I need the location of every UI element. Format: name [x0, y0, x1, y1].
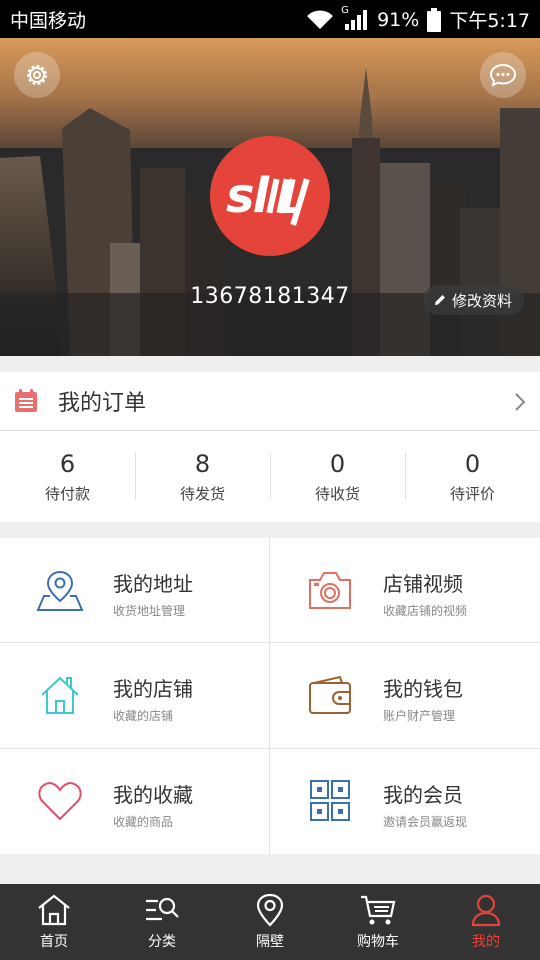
- orders-header[interactable]: 我的订单: [0, 372, 540, 431]
- menu-item-title: 我的地址: [113, 572, 193, 596]
- edit-profile-label: 修改资料: [451, 291, 512, 310]
- menu-item-subtitle: 收藏店铺的视频: [383, 604, 468, 618]
- tab-label: 分类: [148, 934, 176, 950]
- stat-count: 6: [59, 449, 76, 478]
- chevron-right-icon: [515, 393, 526, 411]
- menu-item-my-favorites[interactable]: 我的收藏 收藏的商品: [0, 749, 270, 854]
- tab-label: 首页: [40, 934, 68, 950]
- category-search-icon: [146, 897, 179, 921]
- map-pin-icon: [36, 570, 84, 611]
- menu-item-title: 店铺视频: [383, 572, 463, 596]
- home-icon: [38, 894, 70, 926]
- feature-menu: 我的地址 收货地址管理 店铺视频 收藏店铺的视频 我的店铺 收藏的店铺 我的钱包: [0, 538, 540, 854]
- clock: 下午5:17: [449, 10, 530, 32]
- menu-item-subtitle: 收货地址管理: [113, 604, 186, 618]
- bottom-tab-bar: 首页 分类 隔壁 购物车 我的: [0, 884, 540, 960]
- orders-section: 我的订单 6 待付款 8 待发货 0 待收货 0 待评价: [0, 372, 540, 522]
- stat-label: 待付款: [44, 484, 90, 503]
- order-stats: 6 待付款 8 待发货 0 待收货 0 待评价: [0, 431, 540, 521]
- stat-label: 待评价: [449, 484, 495, 503]
- tab-cart[interactable]: 购物车: [324, 884, 432, 960]
- menu-item-my-wallet[interactable]: 我的钱包 账户财产管理: [270, 643, 540, 749]
- profile-header: sl 13678181347 修改资料: [0, 38, 540, 356]
- battery-icon: [427, 7, 442, 32]
- menu-item-my-membership[interactable]: 我的会员 邀请会员赢返现: [270, 749, 540, 854]
- battery-percent: 91%: [377, 8, 420, 31]
- svg-text:sl: sl: [226, 168, 270, 224]
- edit-profile-button[interactable]: 修改资料: [422, 285, 524, 315]
- status-bar: 中国移动 G 91% 下午5:17: [0, 0, 540, 38]
- stat-pending-review[interactable]: 0 待评价: [405, 449, 540, 504]
- tab-label: 隔壁: [256, 934, 284, 950]
- menu-item-title: 我的会员: [383, 783, 463, 807]
- pencil-icon: [434, 295, 445, 305]
- stat-count: 0: [464, 449, 481, 478]
- stat-pending-payment[interactable]: 6 待付款: [0, 449, 135, 504]
- avatar[interactable]: sl: [210, 136, 330, 256]
- menu-item-title: 我的钱包: [383, 677, 463, 701]
- stat-pending-shipment[interactable]: 8 待发货: [135, 449, 270, 504]
- tab-label: 我的: [472, 934, 500, 950]
- brand-logo: sl: [226, 168, 310, 226]
- house-icon: [41, 676, 79, 714]
- tab-home[interactable]: 首页: [0, 884, 108, 960]
- camera-icon: [309, 572, 351, 609]
- stat-label: 待发货: [179, 484, 225, 503]
- status-icons: G 91% 下午5:17: [305, 5, 530, 33]
- menu-item-subtitle: 收藏的店铺: [113, 709, 174, 723]
- tab-label: 购物车: [357, 934, 399, 950]
- menu-item-subtitle: 收藏的商品: [113, 815, 174, 829]
- carrier-name: 中国移动: [10, 10, 87, 32]
- location-pin-icon: [256, 893, 284, 927]
- wifi-icon: [305, 9, 335, 31]
- gear-icon: [27, 65, 47, 85]
- menu-item-title: 我的店铺: [113, 677, 193, 701]
- message-button[interactable]: [480, 52, 526, 98]
- stat-pending-receipt[interactable]: 0 待收货: [270, 449, 405, 504]
- tab-category[interactable]: 分类: [108, 884, 216, 960]
- chat-bubble-icon: [489, 63, 517, 87]
- order-list-icon: [15, 389, 37, 412]
- wallet-icon: [309, 675, 351, 714]
- cart-icon: [361, 895, 396, 925]
- menu-item-shop-video[interactable]: 店铺视频 收藏店铺的视频: [270, 538, 540, 643]
- orders-title: 我的订单: [58, 391, 147, 416]
- heart-icon: [38, 782, 82, 821]
- menu-item-my-shops[interactable]: 我的店铺 收藏的店铺: [0, 643, 270, 749]
- menu-item-title: 我的收藏: [113, 783, 193, 807]
- signal-icon: G: [341, 5, 369, 31]
- user-icon: [471, 894, 501, 927]
- menu-item-subtitle: 邀请会员赢返现: [383, 815, 468, 829]
- menu-item-subtitle: 账户财产管理: [383, 709, 456, 723]
- stat-count: 8: [194, 449, 211, 478]
- tab-nearby[interactable]: 隔壁: [216, 884, 324, 960]
- stat-label: 待收货: [314, 484, 360, 503]
- menu-item-my-address[interactable]: 我的地址 收货地址管理: [0, 538, 270, 643]
- network-type: G: [341, 4, 349, 16]
- tab-mine[interactable]: 我的: [432, 884, 540, 960]
- grid-icon: [310, 780, 350, 821]
- stat-count: 0: [329, 449, 346, 478]
- settings-button[interactable]: [14, 52, 60, 98]
